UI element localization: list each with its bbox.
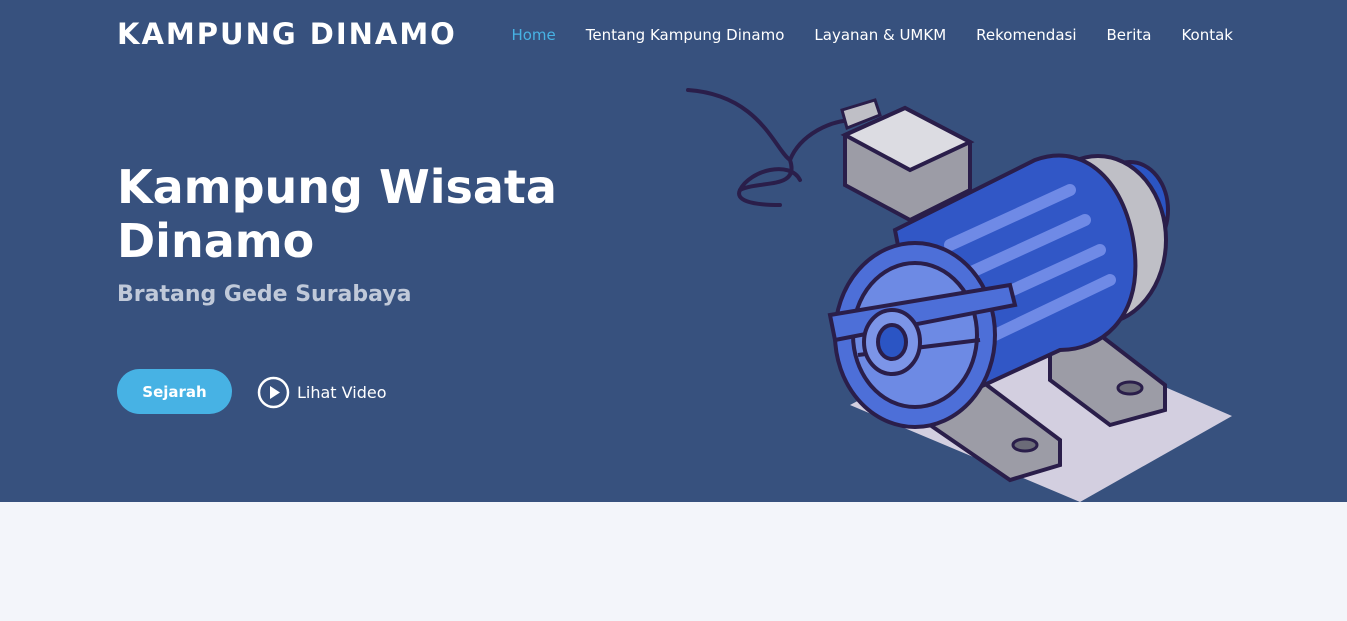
main-nav: Home Tentang Kampung Dinamo Layanan & UM… [481,26,1233,44]
sejarah-button[interactable]: Sejarah [117,369,232,414]
watch-video-link[interactable]: Lihat Video [257,375,387,409]
hero-title: Kampung Wisata Dinamo [117,160,557,268]
nav-item-tentang[interactable]: Tentang Kampung Dinamo [586,26,785,44]
nav-item-rekomendasi[interactable]: Rekomendasi [976,26,1076,44]
hero-subtitle: Bratang Gede Surabaya [117,282,412,307]
play-circle-icon [257,376,290,408]
nav-item-berita[interactable]: Berita [1107,26,1152,44]
site-logo[interactable]: KAMPUNG DINAMO [117,17,457,51]
watch-video-label: Lihat Video [297,382,387,402]
content-area [0,502,1347,621]
nav-item-layanan[interactable]: Layanan & UMKM [814,26,946,44]
hero-section: KAMPUNG DINAMO Home Tentang Kampung Dina… [0,0,1347,502]
nav-item-kontak[interactable]: Kontak [1181,26,1233,44]
nav-item-home[interactable]: Home [511,26,555,44]
site-header: KAMPUNG DINAMO Home Tentang Kampung Dina… [0,0,1347,70]
electric-motor-illustration [686,88,1232,502]
